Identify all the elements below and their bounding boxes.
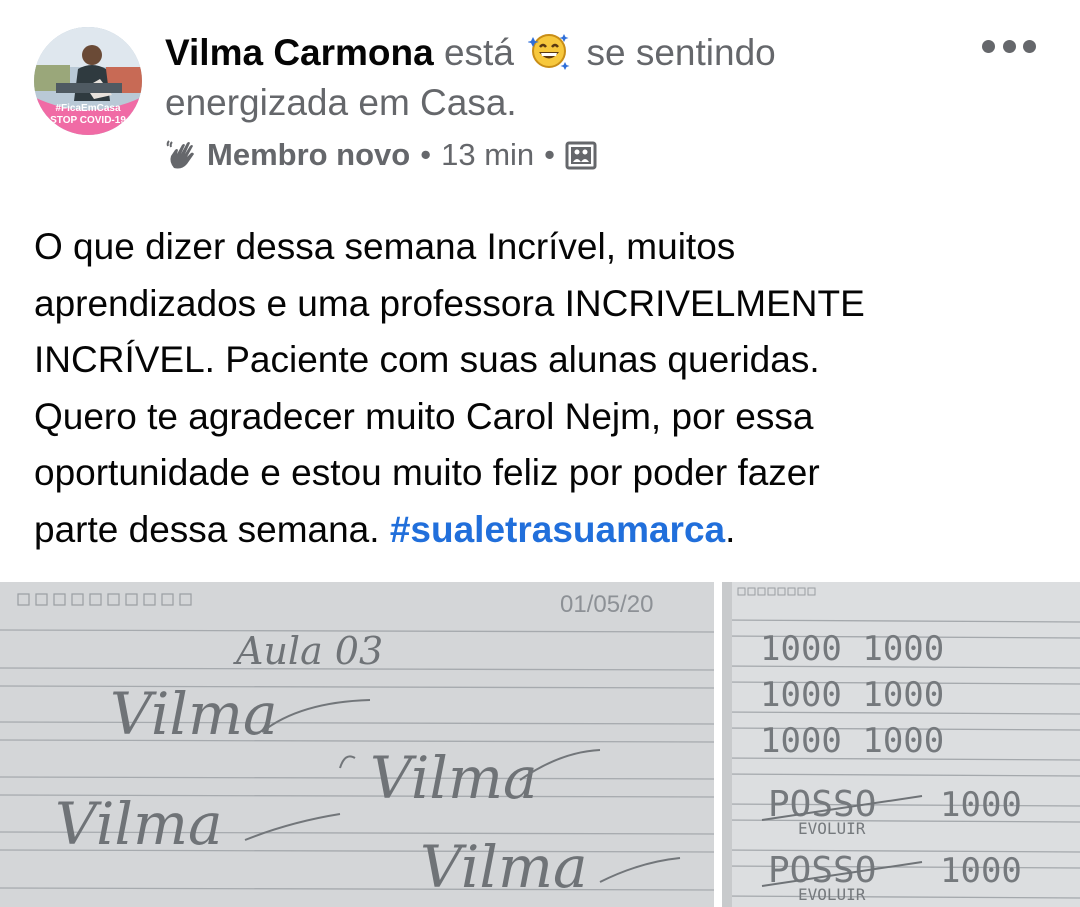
avatar-frame-line2: STOP COVID-19 <box>50 115 126 126</box>
more-options-icon[interactable] <box>982 36 1036 56</box>
author-name[interactable]: Vilma Carmona <box>165 32 434 73</box>
body-line: O que dizer dessa semana Incrível, muito… <box>34 226 736 267</box>
header-line: Vilma Carmona está se sentindo <box>165 28 985 78</box>
separator-dot: • <box>544 137 555 172</box>
body-line: oportunidade e estou muito feliz por pod… <box>34 452 820 493</box>
evoluir-word: EVOLUIR <box>798 819 866 838</box>
grinning-emoji-icon <box>527 29 570 71</box>
notebook-word: Vilma <box>370 744 538 812</box>
post-header: Vilma Carmona está se sentindo energizad… <box>165 28 985 128</box>
avatar-frame-line1: #FicaEmCasa <box>55 103 120 114</box>
photo-notebook-numbers[interactable]: 1000 1000 1000 1000 1000 1000 POSSO EVOL… <box>722 582 1080 907</box>
separator-dot: • <box>420 137 432 172</box>
photo-grid: 01/05/20 Aula 03 Vilma Vilma Vilma Vilma <box>0 582 1080 907</box>
notebook-word: Vilma <box>110 680 278 748</box>
member-badge[interactable]: Membro novo <box>207 137 410 173</box>
notebook-heading: Aula 03 <box>233 629 383 673</box>
feeling-prefix: se sentindo <box>586 32 776 73</box>
post-body: O que dizer dessa semana Incrível, muito… <box>34 219 1054 558</box>
waving-hand-icon <box>166 140 194 169</box>
avatar[interactable]: #FicaEmCasa STOP COVID-19 <box>34 27 142 135</box>
notebook-word: Vilma <box>420 833 588 901</box>
post-time[interactable]: 13 min <box>441 137 534 173</box>
body-line: aprendizados e uma professora INCRIVELME… <box>34 282 865 324</box>
number-cell: 1000 <box>940 851 1022 891</box>
body-line: INCRÍVEL. Paciente com suas alunas queri… <box>34 339 820 380</box>
hashtag-link[interactable]: #sualetrasuamarca <box>390 509 725 550</box>
notebook-word: Vilma <box>55 790 223 858</box>
number-row: 1000 1000 <box>760 675 944 715</box>
post-meta: Membro novo • 13 min • <box>165 133 597 177</box>
body-line: parte dessa semana. <box>34 508 380 550</box>
evoluir-word: EVOLUIR <box>798 885 866 904</box>
trailing-period: . <box>725 508 736 550</box>
photo-album-icon <box>565 141 597 170</box>
body-line-last: parte dessa semana. #sualetrasuamarca. <box>34 502 1054 559</box>
number-row: 1000 1000 <box>760 721 944 761</box>
notebook-date: 01/05/20 <box>560 591 653 618</box>
number-cell: 1000 <box>940 785 1022 825</box>
photo-notebook-vilma[interactable]: 01/05/20 Aula 03 Vilma Vilma Vilma Vilma <box>0 582 714 907</box>
body-line: Quero te agradecer muito Carol Nejm, por… <box>34 395 814 437</box>
status-verb: está <box>443 32 514 73</box>
number-row: 1000 1000 <box>760 629 944 669</box>
feeling-text: energizada em Casa. <box>165 82 517 123</box>
